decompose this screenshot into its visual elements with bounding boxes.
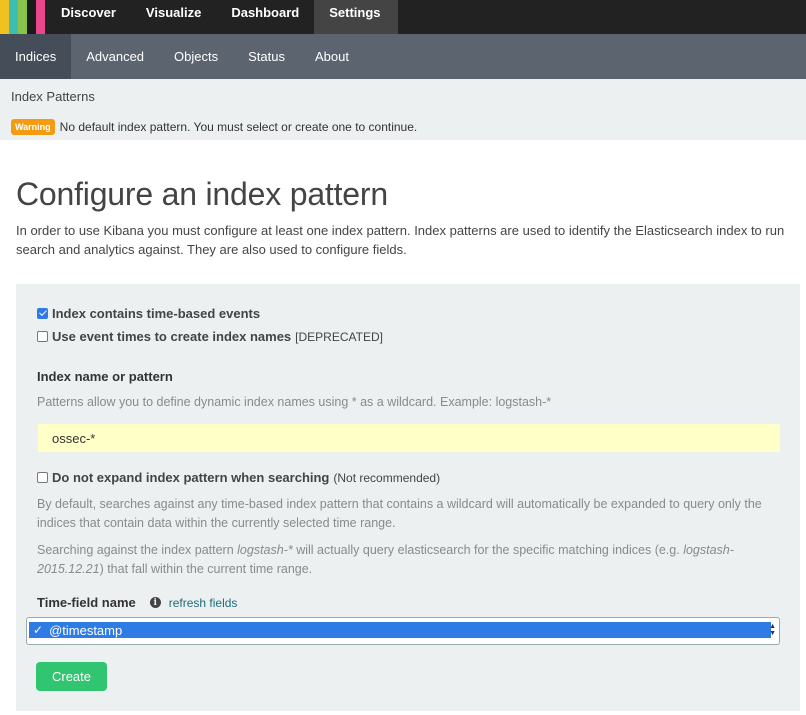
create-button[interactable]: Create	[36, 662, 107, 691]
nav-tab-settings[interactable]: Settings	[314, 0, 398, 34]
no-expand-help: By default, searches against any time-ba…	[37, 497, 762, 530]
warning-message: Warning No default index pattern. You mu…	[11, 119, 417, 135]
search-help-text: Searching against the index pattern	[37, 543, 238, 557]
subnav-tab-objects[interactable]: Objects	[159, 34, 233, 79]
event-times-label: Use event times to create index names	[52, 329, 292, 344]
info-icon[interactable]: i	[149, 597, 161, 608]
breadcrumb-bar: Index Patterns Warning No default index …	[0, 79, 806, 140]
top-nav: Discover Visualize Dashboard Settings	[0, 0, 806, 34]
breadcrumb: Index Patterns	[11, 89, 95, 104]
time-field-label: Time-field name	[37, 595, 136, 610]
index-name-input[interactable]	[38, 424, 780, 452]
subnav-tab-status[interactable]: Status	[233, 34, 300, 79]
select-arrows-icon: ▲ ▼	[769, 623, 776, 637]
check-icon: ✓	[33, 623, 44, 637]
search-help-pattern: logstash-*	[237, 543, 293, 557]
nav-tab-visualize[interactable]: Visualize	[131, 0, 216, 34]
page-intro: In order to use Kibana you must configur…	[16, 223, 785, 257]
index-pattern-form: Index contains time-based events Use eve…	[16, 284, 800, 711]
search-help: Searching against the index pattern logs…	[37, 541, 787, 579]
page-title: Configure an index pattern	[16, 176, 388, 212]
subnav-tab-indices[interactable]: Indices	[0, 34, 72, 79]
sub-nav: Indices Advanced Objects Status About	[0, 34, 806, 79]
no-expand-checkbox[interactable]	[37, 472, 48, 483]
logo-stripe	[18, 0, 27, 34]
kibana-logo[interactable]	[0, 0, 45, 34]
nav-tab-dashboard[interactable]: Dashboard	[216, 0, 314, 34]
nav-tab-discover[interactable]: Discover	[46, 0, 131, 34]
search-help-text: will actually query elasticsearch for th…	[292, 543, 684, 557]
search-help-text: ) that fall within the current time rang…	[99, 562, 313, 576]
refresh-fields-link[interactable]: refresh fields	[169, 596, 238, 610]
time-field-select[interactable]: ✓ @timestamp ▲ ▼	[26, 617, 780, 645]
index-name-help: Patterns allow you to define dynamic ind…	[37, 395, 552, 409]
no-expand-option[interactable]: Do not expand index pattern when searchi…	[37, 470, 440, 485]
time-based-label: Index contains time-based events	[52, 306, 261, 321]
logo-stripe	[27, 0, 36, 34]
logo-stripe	[36, 0, 45, 34]
logo-stripe	[0, 0, 9, 34]
time-field-value: @timestamp	[49, 622, 123, 638]
deprecated-note: [DEPRECATED]	[295, 329, 383, 344]
time-based-option[interactable]: Index contains time-based events	[37, 306, 260, 321]
not-recommended-note: (Not recommended)	[333, 470, 441, 485]
subnav-tab-advanced[interactable]: Advanced	[71, 34, 159, 79]
time-based-checkbox[interactable]	[37, 308, 48, 319]
time-field-row: Time-field name i refresh fields	[37, 595, 237, 610]
event-times-option[interactable]: Use event times to create index names [D…	[37, 329, 383, 344]
index-name-label: Index name or pattern	[37, 369, 173, 384]
warning-text: No default index pattern. You must selec…	[59, 120, 418, 134]
event-times-checkbox[interactable]	[37, 331, 48, 342]
no-expand-label: Do not expand index pattern when searchi…	[52, 470, 330, 485]
subnav-tab-about[interactable]: About	[300, 34, 364, 79]
time-field-selected-option[interactable]: ✓ @timestamp	[29, 622, 771, 638]
warning-badge: Warning	[11, 119, 55, 135]
logo-stripe	[9, 0, 18, 34]
